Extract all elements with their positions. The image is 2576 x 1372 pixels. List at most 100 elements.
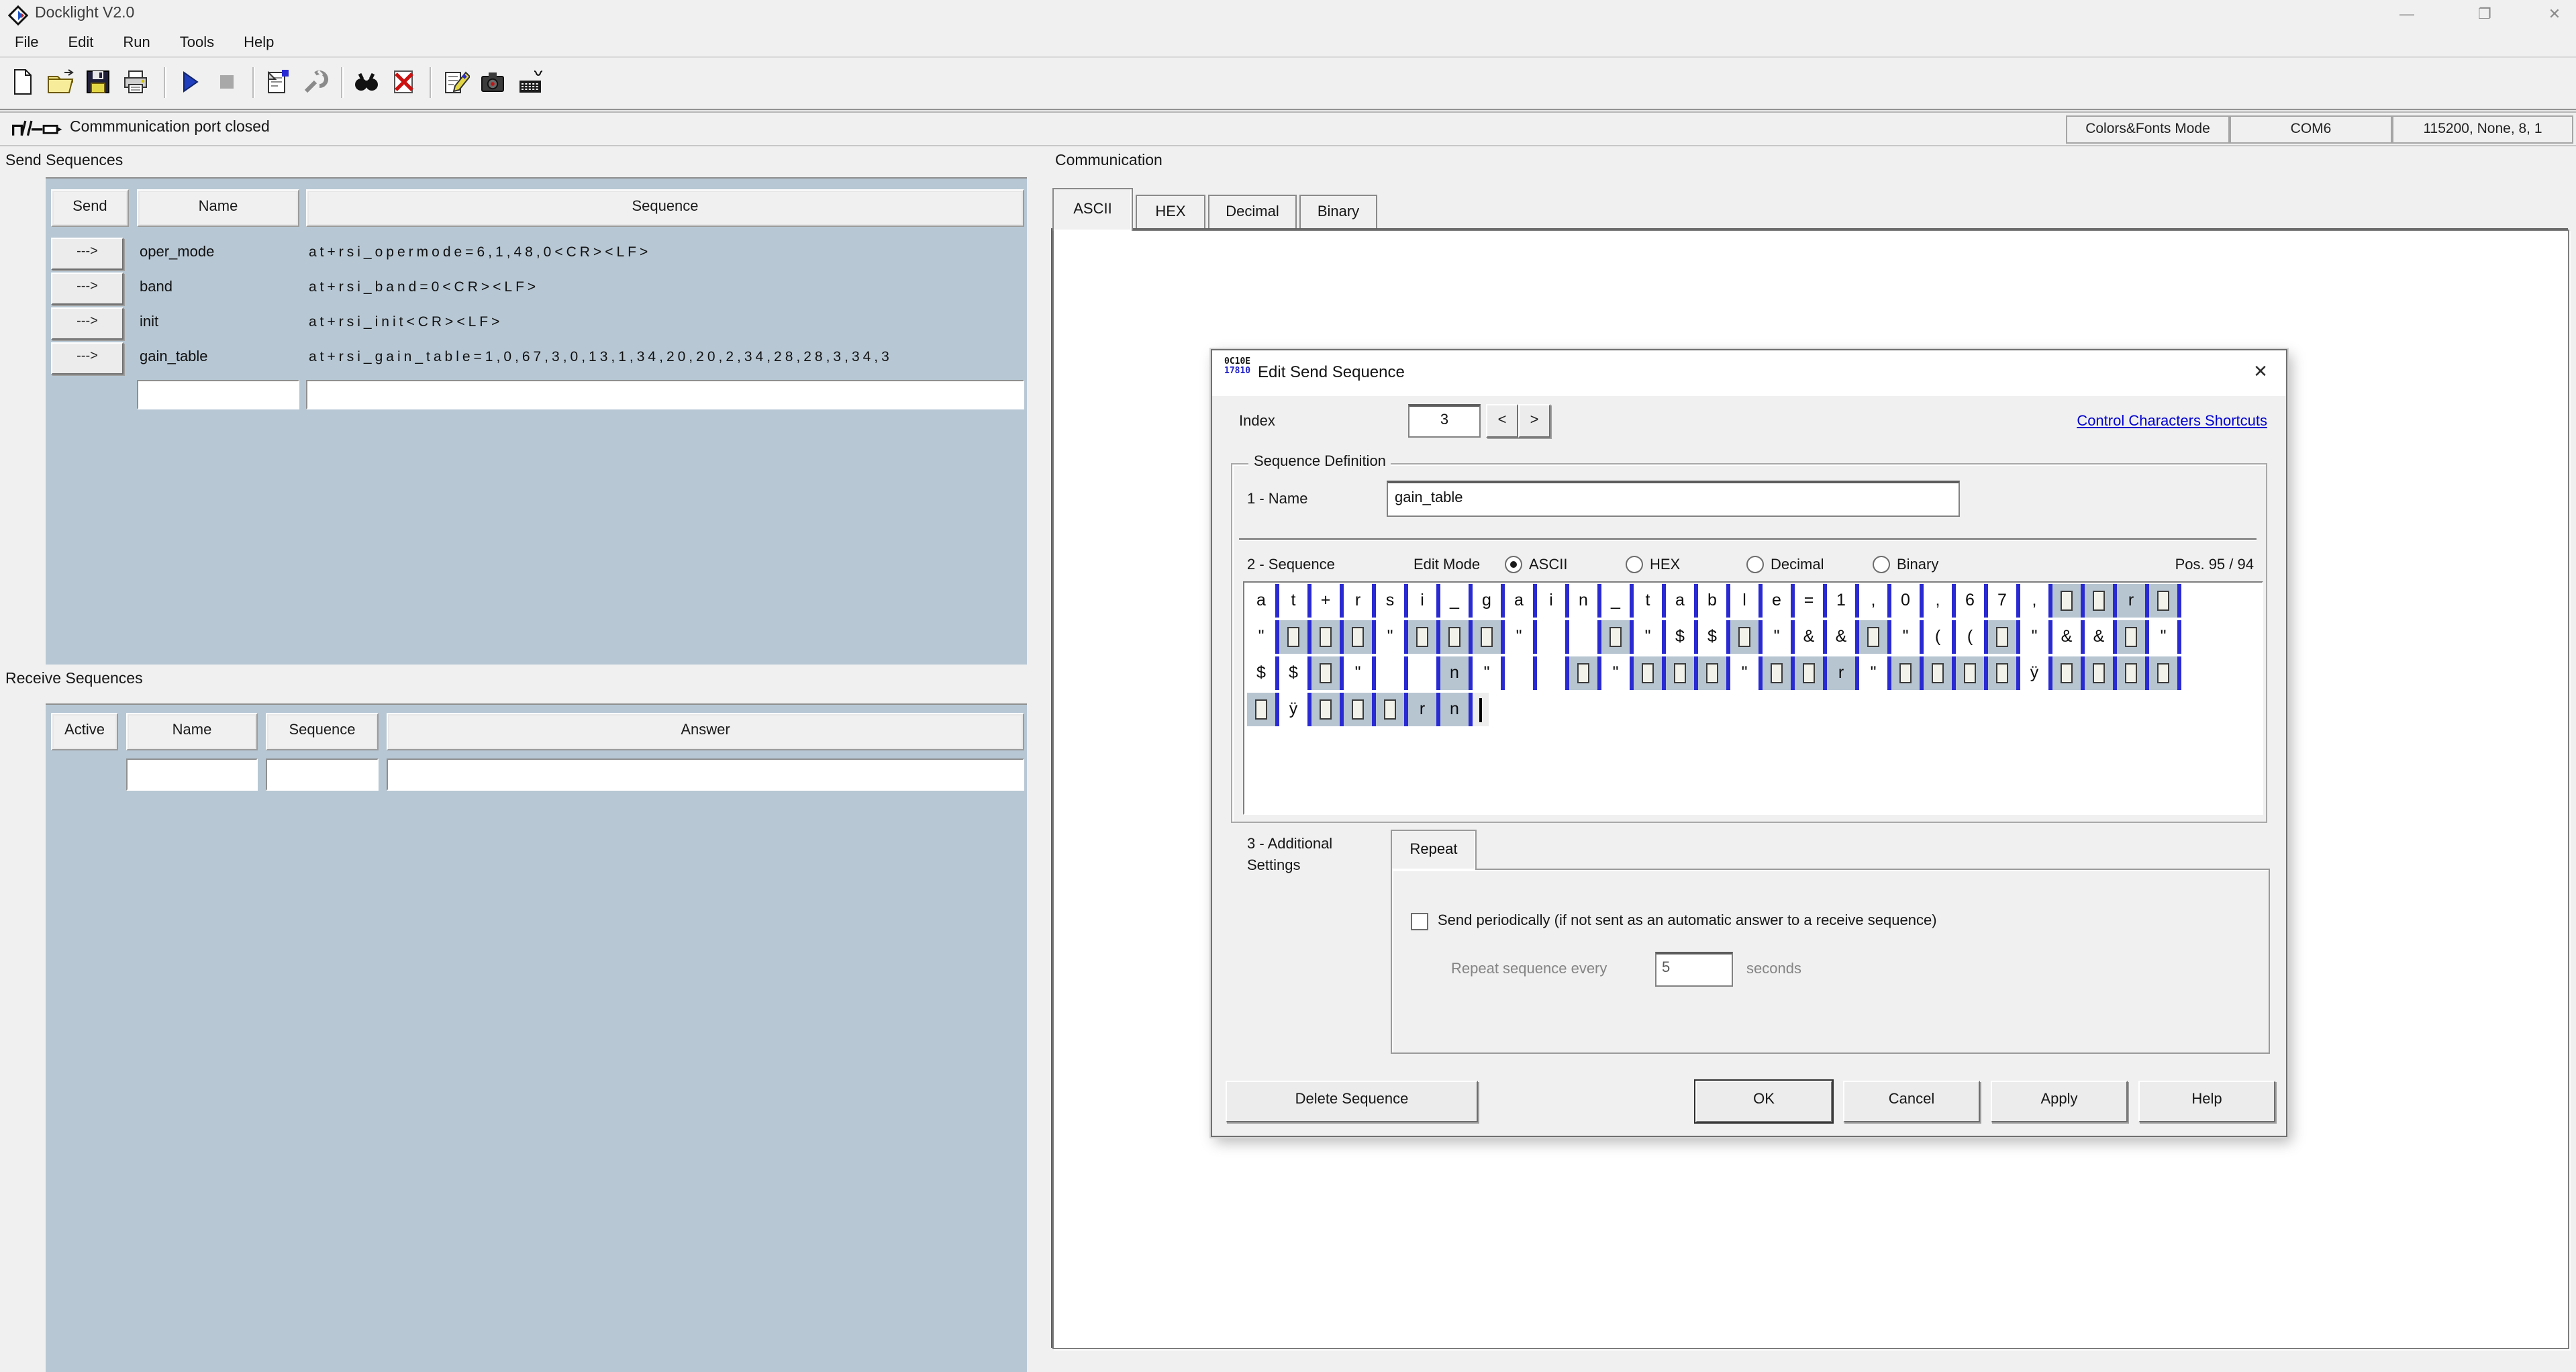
sequence-char-cell[interactable]: ÿ [1279, 693, 1311, 726]
sequence-char-cell[interactable]: n [1569, 584, 1601, 618]
sequence-char-cell[interactable]: a [1666, 584, 1698, 618]
send-button-gain_table[interactable]: ---> [51, 342, 123, 375]
active-column-header[interactable]: Active [51, 713, 118, 750]
sequence-char-cell[interactable]: " [2020, 620, 2052, 654]
sequence-char-cell[interactable]: , [1924, 584, 1956, 618]
edit-mode-radio-ascii[interactable] [1505, 556, 1522, 573]
control-characters-shortcuts-link[interactable]: Control Characters Shortcuts [2077, 413, 2267, 430]
control-char-cell[interactable] [1344, 693, 1376, 726]
empty-sequence-cell[interactable] [306, 380, 1024, 409]
name-column-header[interactable]: Name [126, 713, 258, 750]
sequence-char-cell[interactable]: _ [1601, 584, 1634, 618]
control-char-cell[interactable] [2052, 584, 2085, 618]
edit-mode-label-binary[interactable]: Binary [1897, 557, 1938, 573]
control-char-cell[interactable] [1344, 620, 1376, 654]
sequence-char-cell[interactable]: n [1440, 693, 1473, 726]
options-wrench-icon[interactable] [301, 67, 333, 99]
control-char-cell[interactable] [1569, 656, 1601, 690]
sequence-char-cell[interactable] [1408, 656, 1440, 690]
sequence-name[interactable]: gain_table [140, 341, 208, 373]
start-communication-icon[interactable] [175, 67, 207, 99]
empty-name-cell[interactable] [137, 380, 299, 409]
control-char-cell[interactable] [2085, 584, 2117, 618]
sequence-char-cell[interactable]: 6 [1956, 584, 1988, 618]
empty-name-cell[interactable] [126, 758, 258, 791]
control-char-cell[interactable] [1924, 656, 1956, 690]
ok-button[interactable]: OK [1695, 1081, 1832, 1122]
sequence-name[interactable]: band [140, 271, 172, 303]
answer-column-header[interactable]: Answer [387, 713, 1024, 750]
restore-button[interactable]: ❐ [2465, 4, 2505, 27]
minimize-button[interactable]: — [2387, 4, 2427, 27]
control-char-cell[interactable] [1730, 620, 1763, 654]
control-char-cell[interactable] [2117, 656, 2149, 690]
tab-binary[interactable]: Binary [1299, 195, 1377, 231]
control-char-cell[interactable] [1763, 656, 1795, 690]
sequence-text[interactable]: at+rsi_band=0<CR><LF> [309, 271, 1022, 303]
control-char-cell[interactable] [1601, 620, 1634, 654]
menu-help[interactable]: Help [229, 31, 289, 58]
edit-notes-icon[interactable] [440, 67, 473, 99]
control-char-cell[interactable] [1473, 620, 1505, 654]
control-char-cell[interactable] [1311, 656, 1344, 690]
delete-sequence-button[interactable]: Delete Sequence [1226, 1081, 1478, 1122]
sequence-name[interactable]: oper_mode [140, 236, 214, 268]
delete-cross-icon[interactable] [389, 67, 422, 99]
control-char-cell[interactable] [1859, 620, 1891, 654]
control-char-cell[interactable] [1376, 693, 1408, 726]
sequence-column-header[interactable]: Sequence [306, 189, 1024, 227]
dialog-close-icon[interactable]: ✕ [2248, 361, 2273, 383]
control-char-cell[interactable] [1891, 656, 1924, 690]
sequence-char-cell[interactable]: " [1473, 656, 1505, 690]
sequence-char-cell[interactable]: = [1795, 584, 1827, 618]
sequence-char-cell[interactable]: ( [1956, 620, 1988, 654]
send-button-oper_mode[interactable]: ---> [51, 238, 123, 270]
send-button-init[interactable]: ---> [51, 307, 123, 340]
sequence-char-cell[interactable] [1537, 656, 1569, 690]
sequence-char-cell[interactable]: $ [1698, 620, 1730, 654]
empty-answer-cell[interactable] [387, 758, 1024, 791]
sequence-char-cell[interactable]: & [1795, 620, 1827, 654]
index-input[interactable]: 3 [1408, 404, 1481, 438]
sequence-char-cell[interactable] [1537, 620, 1569, 654]
sequence-char-cell[interactable]: $ [1247, 656, 1279, 690]
sequence-char-cell[interactable] [1569, 620, 1601, 654]
help-button[interactable]: Help [2138, 1081, 2275, 1122]
sequence-char-cell[interactable]: _ [1440, 584, 1473, 618]
index-next-button[interactable]: > [1518, 404, 1550, 438]
new-file-icon[interactable] [8, 67, 40, 99]
sequence-char-cell[interactable]: " [1730, 656, 1763, 690]
edit-mode-radio-decimal[interactable] [1746, 556, 1764, 573]
cancel-button[interactable]: Cancel [1843, 1081, 1980, 1122]
sequence-char-cell[interactable]: g [1473, 584, 1505, 618]
sequence-char-cell[interactable]: $ [1279, 656, 1311, 690]
sequence-char-cell[interactable]: r [2117, 584, 2149, 618]
menu-run[interactable]: Run [108, 31, 164, 58]
edit-mode-label-decimal[interactable]: Decimal [1771, 557, 1824, 573]
control-char-cell[interactable] [2149, 656, 2181, 690]
sequence-char-cell[interactable]: " [1505, 620, 1537, 654]
sequence-char-cell[interactable]: r [1408, 693, 1440, 726]
control-char-cell[interactable] [1698, 656, 1730, 690]
com-port-indicator[interactable]: COM6 [2230, 115, 2392, 144]
sequence-char-cell[interactable]: & [2085, 620, 2117, 654]
empty-sequence-cell[interactable] [266, 758, 379, 791]
menu-file[interactable]: File [0, 31, 53, 58]
sequence-char-cell[interactable]: e [1763, 584, 1795, 618]
sequence-column-header[interactable]: Sequence [266, 713, 379, 750]
sequence-char-cell[interactable]: , [1859, 584, 1891, 618]
sequence-char-cell[interactable]: s [1376, 584, 1408, 618]
control-char-cell[interactable] [1440, 620, 1473, 654]
sequence-char-cell[interactable]: ÿ [2020, 656, 2052, 690]
sequence-char-cell[interactable]: + [1311, 584, 1344, 618]
dialog-titlebar[interactable]: 0C10E 17810 Edit Send Sequence ✕ [1212, 350, 2286, 396]
sequence-char-cell[interactable] [1376, 656, 1408, 690]
sequence-char-cell[interactable]: " [2149, 620, 2181, 654]
name-input[interactable]: gain_table [1387, 481, 1960, 517]
sequence-char-cell[interactable]: a [1247, 584, 1279, 618]
send-periodically-checkbox[interactable] [1411, 913, 1428, 930]
sequence-char-cell[interactable]: " [1859, 656, 1891, 690]
sequence-char-cell[interactable]: b [1698, 584, 1730, 618]
sequence-char-cell[interactable]: " [1376, 620, 1408, 654]
sequence-char-cell[interactable]: " [1344, 656, 1376, 690]
